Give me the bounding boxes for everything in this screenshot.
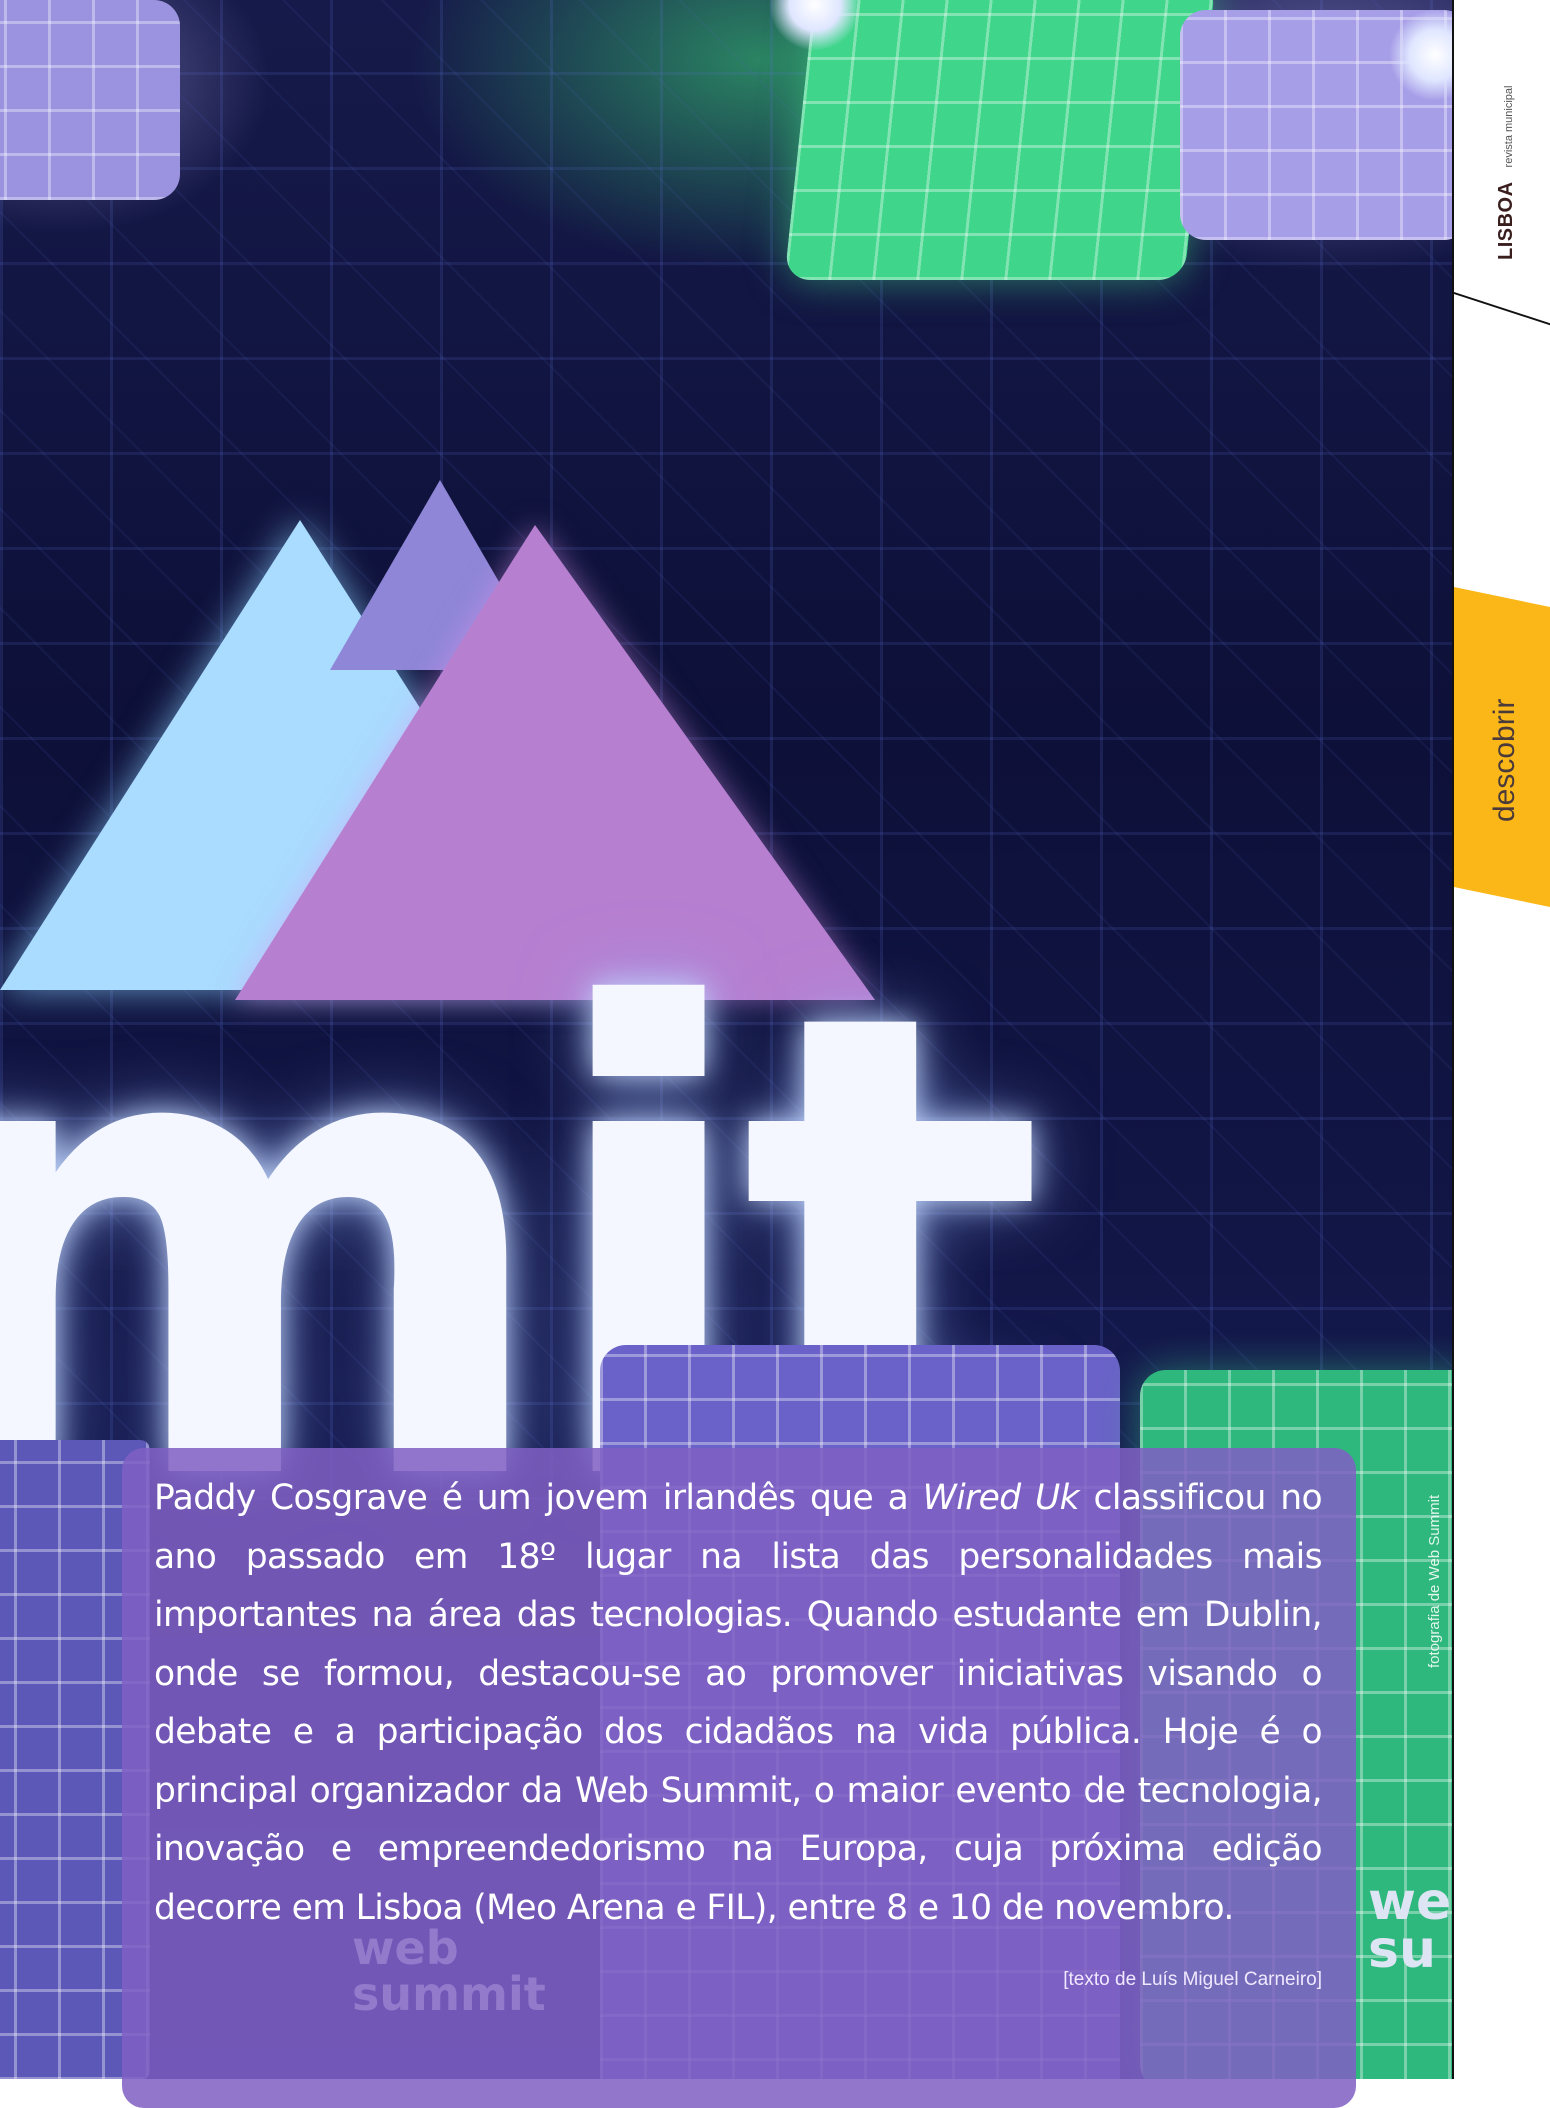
magazine-subtitle: revista municipal [1503,85,1515,168]
article-body: Paddy Cosgrave é um jovem irlandês que a… [154,1469,1323,2010]
magazine-name: LISBOA [1495,181,1517,260]
magazine-masthead: LISBOA revista municipal [1495,86,1518,260]
body-text-segment: Paddy Cosgrave é um jovem irlandês que a [154,1478,923,1518]
logo-line: su [1368,1920,1436,1980]
body-text-segment: classificou no ano passado em 18º lugar … [154,1478,1323,1928]
publication-name: Wired Uk [922,1478,1080,1518]
logo-line: we [1368,1872,1452,1932]
photo-credit: fotografia de Web Summit [1426,1494,1443,1668]
section-label: descobrir [1488,698,1521,822]
sidebar [1452,0,1550,2079]
web-summit-logo-partial: we su [1368,1872,1452,1980]
lilac-light-cube [0,0,180,200]
green-light-cube [784,0,1216,280]
byline: [texto de Luís Miguel Carneiro] [1063,1969,1322,1990]
